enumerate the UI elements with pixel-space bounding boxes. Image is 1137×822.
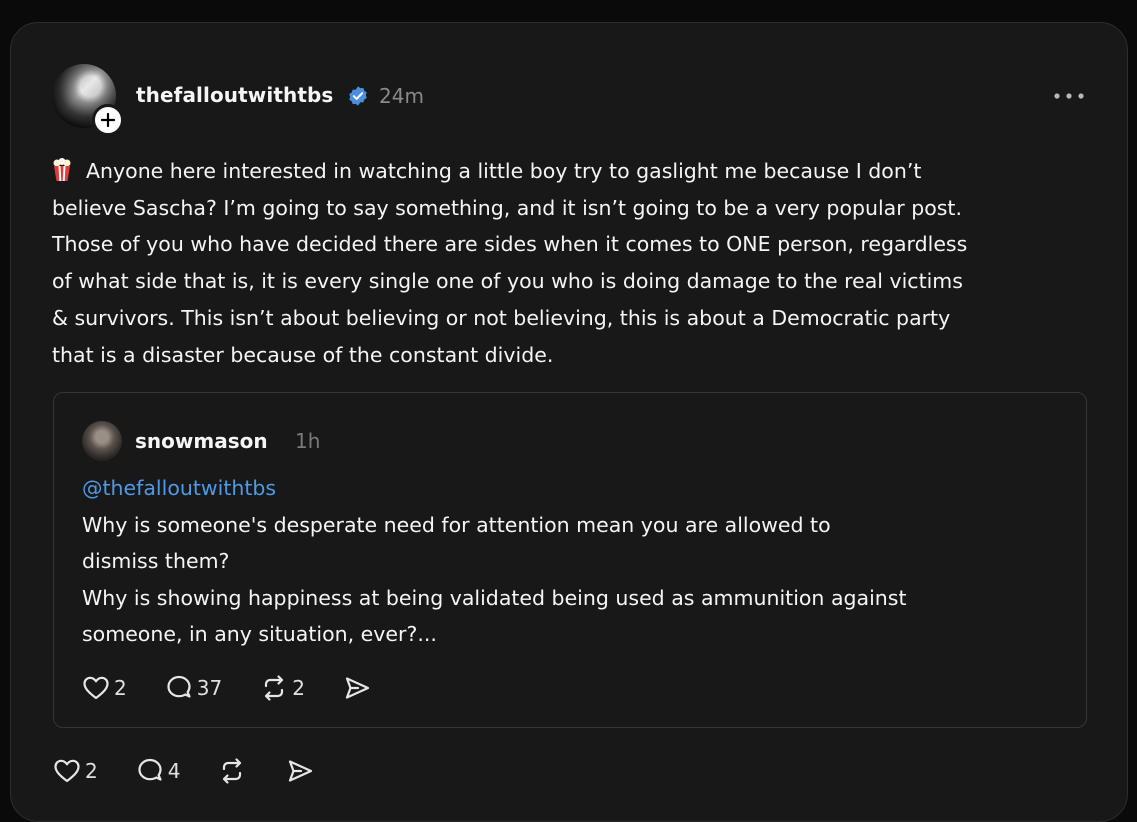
quoted-timestamp[interactable]: 1h <box>295 429 320 453</box>
follow-button[interactable] <box>92 104 124 136</box>
author-username[interactable]: thefalloutwithtbs <box>136 83 333 107</box>
like-count: 2 <box>85 759 98 783</box>
quoted-like-button[interactable]: 2 <box>80 672 127 704</box>
repost-button[interactable] <box>216 755 248 787</box>
plus-icon <box>100 112 116 128</box>
heart-icon <box>54 759 80 783</box>
quoted-reply-button[interactable]: 37 <box>163 672 222 704</box>
send-icon <box>345 677 370 699</box>
author-avatar[interactable] <box>52 64 124 136</box>
post-card[interactable]: thefalloutwithtbs 24m Anyone here intere… <box>10 22 1128 822</box>
reply-button[interactable]: 4 <box>134 755 181 787</box>
like-button[interactable]: 2 <box>51 755 98 787</box>
verified-badge-icon <box>349 86 367 106</box>
comment-icon <box>138 758 162 781</box>
post-body: Anyone here interested in watching a lit… <box>52 153 1102 373</box>
quoted-like-count: 2 <box>114 676 127 700</box>
quoted-repost-button[interactable]: 2 <box>258 672 305 704</box>
quoted-author-username[interactable]: snowmason <box>135 429 268 453</box>
post-text-line-2: believe Sascha? I’m going to say somethi… <box>52 195 962 220</box>
post-text-line-5: & survivors. This isn’t about believing … <box>52 305 951 330</box>
mention-link[interactable]: @thefalloutwithtbs <box>82 470 1032 507</box>
quoted-text-line-3: Why is showing happiness at being valida… <box>82 585 907 610</box>
repost-icon <box>223 758 242 784</box>
repost-icon <box>265 675 284 701</box>
quoted-post[interactable]: snowmason 1h @thefalloutwithtbs Why is s… <box>53 392 1087 728</box>
post-text-line-6: that is a disaster because of the consta… <box>52 342 554 367</box>
share-button[interactable] <box>284 755 316 787</box>
popcorn-icon <box>53 158 71 182</box>
quoted-repost-count: 2 <box>292 676 305 700</box>
quoted-reply-count: 37 <box>196 676 223 700</box>
comment-icon <box>167 675 191 698</box>
more-options-icon[interactable] <box>1051 85 1087 107</box>
post-timestamp[interactable]: 24m <box>379 84 424 108</box>
quoted-text-line-4: someone, in any situation, ever?... <box>82 622 437 646</box>
post-text-line-3: Those of you who have decided there are … <box>52 232 968 257</box>
quoted-body: @thefalloutwithtbs Why is someone's desp… <box>82 470 1032 653</box>
reply-count: 4 <box>167 759 181 783</box>
post-text-line-4: of what side that is, it is every single… <box>52 269 963 294</box>
quoted-text-line-2: dismiss them? <box>82 549 230 573</box>
quoted-share-button[interactable] <box>341 672 373 704</box>
post-text-line-1: Anyone here interested in watching a lit… <box>86 159 922 183</box>
quoted-author-avatar[interactable] <box>82 421 122 461</box>
heart-icon <box>83 676 109 700</box>
post-action-bar: 2 4 <box>51 755 352 787</box>
send-icon <box>289 760 313 782</box>
quoted-text-line-1: Why is someone's desperate need for atte… <box>82 512 831 537</box>
quoted-action-bar: 2 37 2 <box>80 672 409 704</box>
